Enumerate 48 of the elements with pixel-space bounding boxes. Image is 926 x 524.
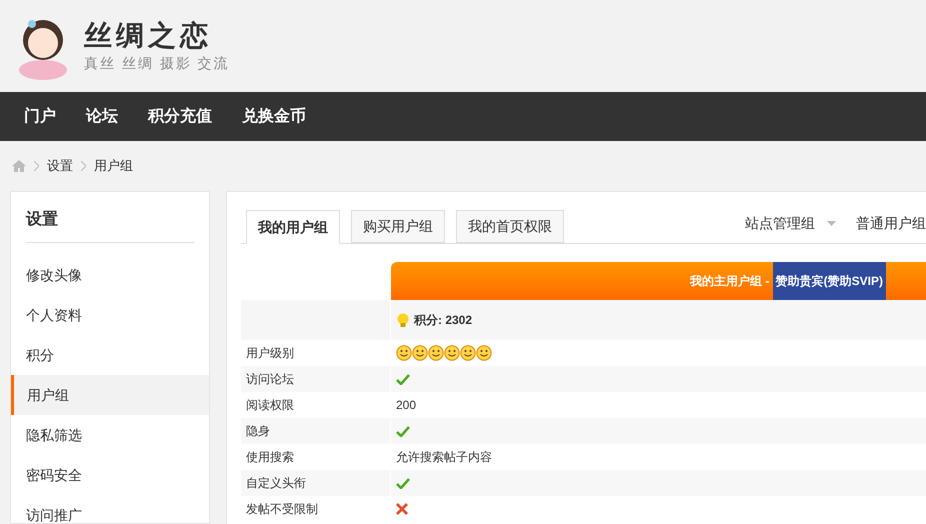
smiley-icon [476, 345, 492, 361]
smiley-icon [444, 345, 460, 361]
sidebar-item[interactable]: 密码安全 [11, 455, 209, 495]
smiley-icon [428, 345, 444, 361]
row-label: 阅读权限 [246, 397, 294, 414]
sidebar-item[interactable]: 积分 [11, 335, 209, 375]
sidebar-item[interactable]: 个人资料 [11, 295, 209, 335]
caret-icon [827, 221, 836, 226]
smiley-icon [396, 345, 412, 361]
sidebar-item[interactable]: 修改头像 [11, 255, 209, 295]
tab[interactable]: 我的首页权限 [456, 210, 564, 243]
tab[interactable]: 我的用户组 [246, 210, 340, 244]
row-label: 使用搜索 [246, 449, 294, 466]
breadcrumb-link[interactable]: 用户组 [94, 156, 133, 176]
breadcrumb-link[interactable]: 设置 [47, 156, 73, 176]
tab[interactable]: 购买用户组 [351, 210, 445, 243]
site-subtitle: 真丝 丝绸 摄影 交流 [84, 54, 230, 72]
row-label: 自定义头衔 [246, 475, 306, 492]
sidebar-item[interactable]: 访问推广 [11, 495, 209, 523]
chevron-icon [34, 161, 39, 171]
row-label: 发帖不受限制 [246, 501, 318, 518]
nav-link[interactable]: 兑换金币 [242, 104, 306, 128]
row-value: 允许搜索帖子内容 [396, 449, 492, 466]
check-icon [396, 374, 410, 384]
sidebar-item[interactable]: 隐私筛选 [11, 415, 209, 455]
row-label: 访问论坛 [246, 371, 294, 388]
row-label: 用户级别 [246, 345, 294, 362]
row-value: 200 [396, 397, 416, 414]
group-menu[interactable]: 普通用户组 [856, 213, 926, 234]
nav-link[interactable]: 门户 [24, 104, 56, 128]
check-icon [396, 426, 410, 436]
group-header-label: 我的主用户组 - [690, 273, 770, 290]
group-name-badge: 赞助贵宾(赞助SVIP) [772, 262, 886, 300]
group-menu[interactable]: 站点管理组 [745, 213, 836, 234]
smiley-icon [460, 345, 476, 361]
cross-icon [396, 503, 408, 515]
nav-link[interactable]: 论坛 [86, 104, 118, 128]
lightbulb-icon [397, 312, 409, 328]
smiley-icon [412, 345, 428, 361]
sidebar-title: 设置 [26, 208, 194, 243]
sidebar-item[interactable]: 用户组 [11, 375, 209, 415]
nav-link[interactable]: 积分充值 [148, 104, 212, 128]
site-title: 丝绸之恋 [84, 18, 213, 52]
home-icon[interactable] [12, 160, 26, 172]
credits-text: 积分: 2302 [414, 312, 472, 329]
row-label: 隐身 [246, 423, 270, 440]
check-icon [396, 478, 410, 488]
chevron-icon [81, 161, 86, 171]
